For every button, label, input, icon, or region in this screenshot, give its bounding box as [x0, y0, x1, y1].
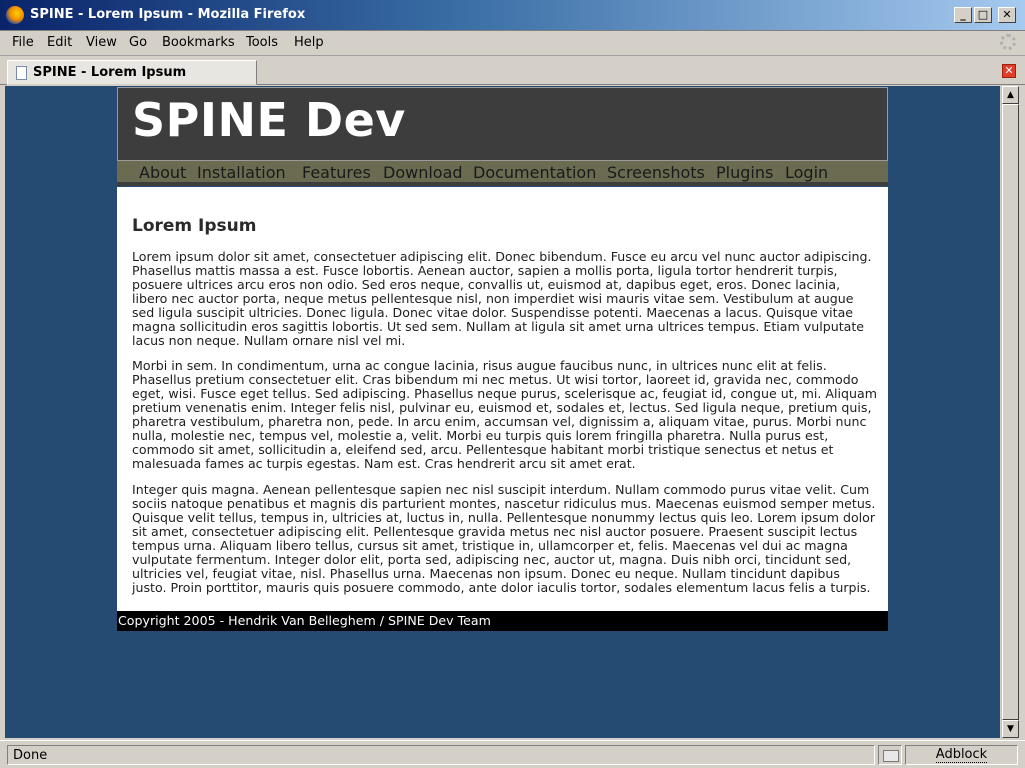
window-title: SPINE - Lorem Ipsum - Mozilla Firefox [30, 7, 306, 22]
nav-screenshots[interactable]: Screenshots [607, 163, 705, 182]
nav-download[interactable]: Download [383, 163, 463, 182]
status-text: Done [7, 745, 875, 765]
close-tab-icon[interactable]: ✕ [1002, 64, 1016, 78]
menu-go[interactable]: Go [129, 35, 147, 50]
minimize-button[interactable]: _ [954, 7, 972, 23]
site-title: SPINE Dev [132, 93, 406, 147]
site-footer: Copyright 2005 - Hendrik Van Belleghem /… [117, 611, 888, 631]
menu-tools-label: Tools [246, 35, 279, 50]
status-bar: Done Adblock [0, 740, 1025, 768]
firefox-icon[interactable] [6, 6, 24, 24]
scroll-down-arrow-icon[interactable]: ▼ [1002, 720, 1019, 738]
nav-login[interactable]: Login [785, 163, 828, 182]
vertical-scrollbar[interactable]: ▲ ▼ [1001, 86, 1019, 738]
tab-label: SPINE - Lorem Ipsum [33, 65, 187, 80]
menu-help-label: Help [294, 35, 324, 50]
menu-edit[interactable]: Edit [47, 35, 72, 50]
browser-viewport: SPINE Dev About Installation Features Do… [5, 86, 1000, 738]
mail-icon[interactable] [878, 745, 902, 765]
tab-spine-lorem-ipsum[interactable]: SPINE - Lorem Ipsum [7, 60, 257, 85]
page-icon [16, 66, 27, 80]
paragraph-3: Integer quis magna. Aenean pellentesque … [132, 482, 876, 595]
close-window-button[interactable]: ✕ [998, 7, 1016, 23]
footer-copyright: Copyright 2005 - Hendrik Van Belleghem /… [118, 613, 491, 628]
nav-documentation[interactable]: Documentation [473, 163, 596, 182]
nav-plugins[interactable]: Plugins [716, 163, 773, 182]
main-content: Lorem Ipsum Lorem ipsum dolor sit amet, … [117, 187, 888, 611]
scrollbar-thumb[interactable] [1002, 104, 1019, 720]
menu-file-label: File [12, 35, 34, 50]
adblock-button[interactable]: Adblock [905, 745, 1018, 765]
menu-bookmarks-label: Bookmarks [162, 35, 235, 50]
menu-help[interactable]: Help [294, 35, 324, 50]
menu-bookmarks[interactable]: Bookmarks [162, 35, 235, 50]
menu-file[interactable]: File [12, 35, 34, 50]
scroll-up-arrow-icon[interactable]: ▲ [1002, 86, 1019, 104]
menu-view[interactable]: View [86, 35, 117, 50]
menu-go-label: Go [129, 35, 148, 50]
nav-installation[interactable]: Installation [197, 163, 286, 182]
throbber-icon [1000, 34, 1016, 50]
tab-bar: SPINE - Lorem Ipsum [0, 57, 1025, 85]
nav-features[interactable]: Features [302, 163, 371, 182]
menu-tools[interactable]: Tools [246, 35, 278, 50]
nav-about[interactable]: About [139, 163, 186, 182]
title-bar: SPINE - Lorem Ipsum - Mozilla Firefox _ … [0, 0, 1025, 31]
menu-view-label: View [86, 35, 117, 50]
paragraph-2: Morbi in sem. In condimentum, urna ac co… [132, 358, 877, 471]
maximize-button[interactable]: □ [974, 7, 992, 23]
menu-edit-label: Edit [47, 35, 73, 50]
page-heading: Lorem Ipsum [132, 216, 257, 236]
paragraph-1: Lorem ipsum dolor sit amet, consectetuer… [132, 249, 872, 348]
menu-bar: File Edit View Go Bookmarks Tools Help [0, 31, 1025, 56]
site-navbar: About Installation Features Download Doc… [117, 161, 888, 186]
adblock-label: Adblock [935, 747, 988, 763]
site-container: SPINE Dev About Installation Features Do… [117, 87, 888, 631]
